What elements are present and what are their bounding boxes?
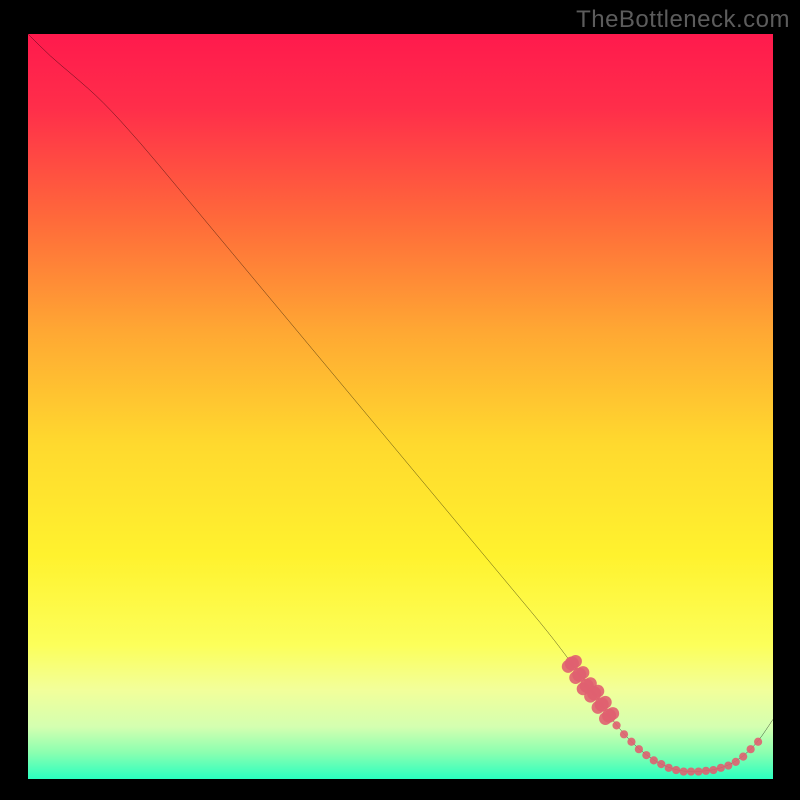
data-marker <box>694 767 702 775</box>
data-marker <box>606 707 619 720</box>
data-marker <box>642 751 650 759</box>
data-marker <box>620 730 628 738</box>
data-marker <box>577 666 590 679</box>
marker-group <box>562 655 762 776</box>
plot-area <box>28 34 773 779</box>
data-marker <box>635 745 643 753</box>
bottleneck-curve <box>28 34 773 772</box>
data-marker <box>569 655 582 668</box>
data-marker <box>724 761 732 769</box>
data-marker <box>672 766 680 774</box>
data-marker <box>754 738 762 746</box>
data-marker <box>702 767 710 775</box>
data-marker <box>665 764 673 772</box>
attribution-text: TheBottleneck.com <box>576 6 790 34</box>
data-marker <box>680 767 688 775</box>
data-marker <box>650 756 658 764</box>
data-marker <box>599 696 612 709</box>
data-marker <box>709 766 717 774</box>
data-marker <box>687 767 695 775</box>
data-marker <box>657 760 665 768</box>
data-marker <box>747 745 755 753</box>
data-marker <box>732 758 740 766</box>
data-marker <box>592 685 605 698</box>
data-marker <box>627 738 635 746</box>
chart-svg <box>28 34 773 779</box>
data-marker <box>612 721 620 729</box>
data-marker <box>717 764 725 772</box>
data-marker <box>739 753 747 761</box>
